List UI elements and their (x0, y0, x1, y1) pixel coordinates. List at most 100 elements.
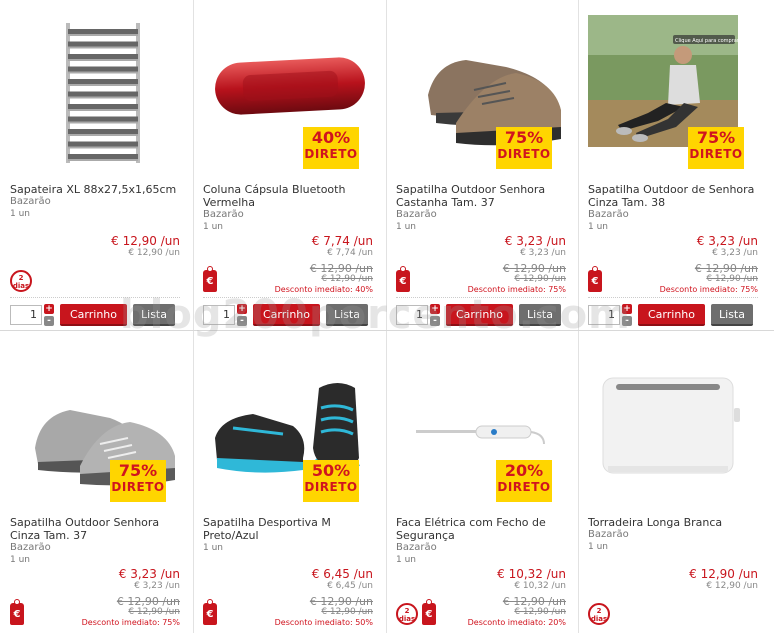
quantity-input[interactable]: 1 (588, 305, 620, 325)
euro-tag-icon: € (203, 266, 217, 292)
product-name[interactable]: Sapatilha Desportiva M Preto/Azul (203, 516, 379, 542)
add-to-list-button[interactable]: Lista (711, 304, 753, 326)
product-card[interactable]: 20% DIRETO Faca Elétrica com Fecho de Segu… (386, 333, 578, 633)
unit-price: € 12,90 /un (706, 581, 758, 591)
product-image[interactable]: Clique Aqui para comprar 75% DIRETO (588, 15, 758, 169)
old-unit-price: € 12,90 /un (514, 274, 566, 284)
product-name[interactable]: Sapatilha Outdoor Senhora Cinza Tam. 37 (10, 516, 186, 542)
product-brand: Bazarão (588, 209, 629, 220)
product-unit: 1 un (588, 222, 608, 232)
product-card[interactable]: 75% DIRETO Sapatilha Outdoor Senhora Casta… (386, 0, 578, 330)
product-brand: Bazarão (203, 209, 244, 220)
euro-tag-icon: € (10, 599, 24, 625)
product-price: € 10,32 /un (497, 567, 566, 581)
badge-percent: 20% (504, 461, 544, 480)
quantity-input[interactable]: 1 (10, 305, 42, 325)
euro-tag-icon: € (396, 266, 410, 292)
discount-text: Desconto imediato: 75% (81, 618, 180, 627)
discount-badge: 40% DIRETO (303, 127, 359, 169)
product-unit: 1 un (10, 555, 30, 565)
add-to-list-button[interactable]: Lista (326, 304, 368, 326)
old-unit-price: € 12,90 /un (706, 274, 758, 284)
euro-tag-icon: € (422, 599, 436, 625)
product-brand: Bazarão (588, 529, 629, 540)
product-price: € 12,90 /un (689, 567, 758, 581)
old-unit-price: € 12,90 /un (321, 607, 373, 617)
add-to-cart-button[interactable]: Carrinho (253, 304, 321, 326)
product-brand: Bazarão (396, 209, 437, 220)
discount-text: Desconto imediato: 75% (467, 285, 566, 294)
product-name[interactable]: Faca Elétrica com Fecho de Segurança (396, 516, 572, 542)
unit-price: € 3,23 /un (520, 248, 566, 258)
euro-tag-icon: € (588, 266, 602, 292)
product-card[interactable]: Sapateira XL 88x27,5x1,65cm Bazarão 1 un € … (0, 0, 192, 330)
product-card[interactable]: 75% DIRETO Sapatilha Outdoor Senhora Cinza… (0, 333, 192, 633)
discount-text: Desconto imediato: 20% (467, 618, 566, 627)
product-name[interactable]: Coluna Cápsula Bluetooth Vermelha (203, 183, 379, 209)
product-name[interactable]: Sapatilha Outdoor Senhora Castanha Tam. … (396, 183, 572, 209)
product-name[interactable]: Sapatilha Outdoor de Senhora Cinza Tam. … (588, 183, 764, 209)
discount-badge: 75% DIRETO (110, 460, 166, 502)
product-card[interactable]: Clique Aqui para comprar 75% DIRETO Sapatil… (578, 0, 770, 330)
product-brand: Bazarão (10, 196, 51, 207)
product-image[interactable]: 40% DIRETO (203, 15, 373, 169)
discount-badge: 75% DIRETO (688, 127, 744, 169)
product-unit: 1 un (396, 222, 416, 232)
quantity-minus-button[interactable]: - (430, 316, 440, 326)
unit-price: € 7,74 /un (327, 248, 373, 258)
discount-badge: 75% DIRETO (496, 127, 552, 169)
product-card[interactable]: 50% DIRETO Sapatilha Desportiva M Preto/Az… (193, 333, 385, 633)
add-to-cart-button[interactable]: Carrinho (638, 304, 706, 326)
badge-label: DIRETO (497, 480, 551, 494)
quantity-plus-button[interactable]: + (622, 304, 632, 314)
product-price: € 3,23 /un (504, 234, 566, 248)
product-card[interactable]: 40% DIRETO Coluna Cápsula Bluetooth Vermel… (193, 0, 385, 330)
unit-price: € 12,90 /un (128, 248, 180, 258)
quantity-input[interactable]: 1 (396, 305, 428, 325)
unit-price: € 3,23 /un (712, 248, 758, 258)
delivery-days-icon: 2 dias (10, 270, 32, 292)
quantity-input[interactable]: 1 (203, 305, 235, 325)
product-unit: 1 un (588, 542, 608, 552)
badge-label: DIRETO (304, 147, 358, 161)
product-card[interactable]: Torradeira Longa Branca Bazarão 1 un € 12,9… (578, 333, 770, 633)
discount-text: Desconto imediato: 50% (274, 618, 373, 627)
quantity-plus-button[interactable]: + (237, 304, 247, 314)
product-image[interactable]: 75% DIRETO (10, 348, 180, 502)
product-price: € 7,74 /un (311, 234, 373, 248)
quantity-minus-button[interactable]: - (44, 316, 54, 326)
delivery-days-icon: 2 dias (396, 603, 418, 625)
badge-label: DIRETO (689, 147, 743, 161)
product-image[interactable]: 75% DIRETO (396, 15, 566, 169)
quantity-minus-button[interactable]: - (237, 316, 247, 326)
add-to-list-button[interactable]: Lista (133, 304, 175, 326)
product-image[interactable]: 50% DIRETO (203, 348, 373, 502)
product-image[interactable] (588, 348, 758, 498)
product-unit: 1 un (203, 543, 223, 553)
old-unit-price: € 12,90 /un (514, 607, 566, 617)
badge-percent: 50% (311, 461, 351, 480)
product-image[interactable] (10, 15, 180, 165)
add-to-cart-button[interactable]: Carrinho (446, 304, 514, 326)
badge-percent: 75% (696, 128, 736, 147)
product-image[interactable]: 20% DIRETO (396, 348, 566, 502)
product-unit: 1 un (396, 555, 416, 565)
discount-badge: 20% DIRETO (496, 460, 552, 502)
quantity-plus-button[interactable]: + (44, 304, 54, 314)
product-price: € 3,23 /un (118, 567, 180, 581)
add-to-list-button[interactable]: Lista (519, 304, 561, 326)
unit-price: € 6,45 /un (327, 581, 373, 591)
quantity-minus-button[interactable]: - (622, 316, 632, 326)
badge-percent: 75% (118, 461, 158, 480)
old-unit-price: € 12,90 /un (321, 274, 373, 284)
quantity-plus-button[interactable]: + (430, 304, 440, 314)
add-to-cart-button[interactable]: Carrinho (60, 304, 128, 326)
badge-label: DIRETO (111, 480, 165, 494)
discount-text: Desconto imediato: 40% (274, 285, 373, 294)
badge-percent: 75% (504, 128, 544, 147)
product-price: € 12,90 /un (111, 234, 180, 248)
product-name[interactable]: Sapateira XL 88x27,5x1,65cm (10, 183, 186, 196)
unit-price: € 3,23 /un (134, 581, 180, 591)
product-name[interactable]: Torradeira Longa Branca (588, 516, 764, 529)
delivery-days-icon: 2 dias (588, 603, 610, 625)
